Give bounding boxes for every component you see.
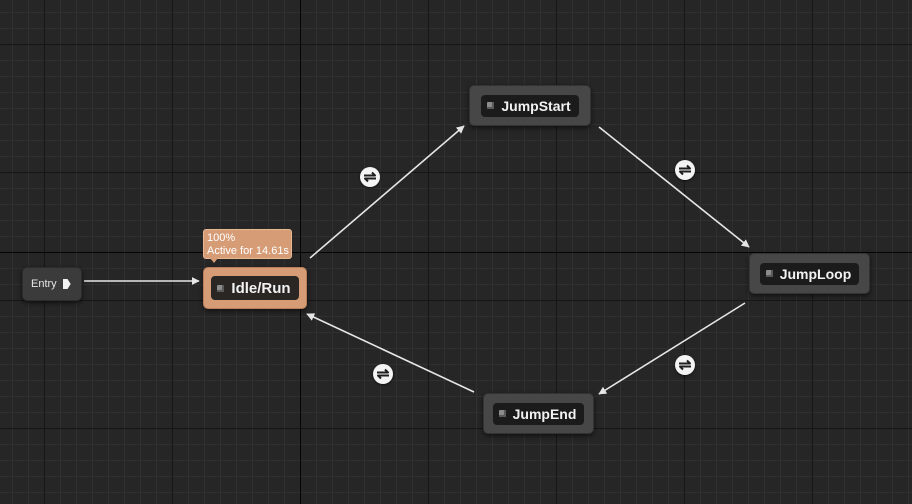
state-node-jumpend[interactable]: JumpEnd bbox=[483, 393, 594, 434]
state-node-jumploop[interactable]: JumpLoop bbox=[749, 253, 870, 294]
transition-rule-icon[interactable] bbox=[675, 160, 695, 180]
state-label-jumpstart: JumpStart bbox=[501, 97, 571, 114]
state-node-icon bbox=[487, 102, 495, 109]
state-node-icon bbox=[498, 410, 506, 417]
entry-label: Entry bbox=[31, 278, 57, 290]
state-label-jumpend: JumpEnd bbox=[512, 405, 577, 422]
transition-rule-icon[interactable] bbox=[373, 364, 393, 384]
state-title-bar: JumpLoop bbox=[759, 262, 860, 285]
state-title-bar: JumpEnd bbox=[492, 402, 585, 425]
state-weight: 100% bbox=[207, 232, 236, 244]
state-label-jumploop: JumpLoop bbox=[779, 265, 852, 282]
state-node-icon bbox=[765, 270, 773, 277]
entry-node[interactable]: Entry bbox=[22, 267, 82, 301]
transition-rule-icon[interactable] bbox=[675, 355, 695, 375]
state-title-bar: JumpStart bbox=[481, 94, 579, 117]
transition-wire-jumploop-to-jumpend[interactable] bbox=[598, 302, 746, 395]
state-node-idle-run[interactable]: Idle/Run bbox=[203, 267, 307, 309]
state-label-idle-run: Idle/Run bbox=[231, 279, 291, 297]
state-title-bar: Idle/Run bbox=[211, 276, 299, 300]
state-node-jumpstart[interactable]: JumpStart bbox=[469, 85, 591, 126]
transition-wires bbox=[84, 125, 750, 395]
transition-rule-icon[interactable] bbox=[360, 167, 380, 187]
state-active-time: Active for 14.61s bbox=[207, 245, 289, 257]
state-node-icon bbox=[217, 284, 225, 292]
active-state-tooltip: 100% Active for 14.61s bbox=[203, 229, 292, 263]
transition-wire-jumpstart-to-jumploop[interactable] bbox=[598, 126, 750, 248]
exec-pin-icon[interactable] bbox=[62, 279, 71, 289]
transition-wire-idle-to-jumpstart[interactable] bbox=[309, 125, 465, 259]
